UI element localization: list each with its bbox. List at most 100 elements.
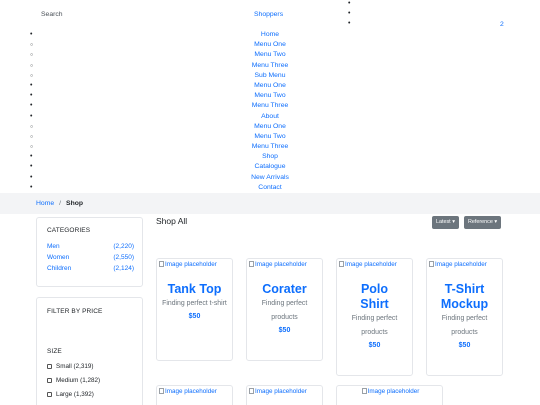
size-checkbox[interactable]	[47, 364, 52, 369]
product-price: $50	[188, 313, 201, 320]
product-title[interactable]: T-Shirt Mockup	[429, 282, 501, 312]
brand-logo[interactable]: Shoppers	[254, 11, 283, 18]
sort-latest-dropdown[interactable]: Latest ▾	[432, 216, 459, 229]
size-option-medium[interactable]: Medium (1,282)	[47, 377, 100, 384]
nav-subitem[interactable]: Menu Two	[0, 91, 540, 101]
product-price: $50	[458, 342, 471, 349]
nav-link[interactable]: Home	[261, 31, 279, 38]
broken-image-icon	[249, 388, 254, 394]
product-description: Finding perfect products	[261, 300, 308, 321]
nav-item-catalogue[interactable]: Catalogue	[0, 162, 540, 172]
nav-subitem[interactable]: Sub Menu	[0, 71, 540, 81]
product-image[interactable]: Image placeholder	[157, 261, 232, 268]
size-option-large[interactable]: Large (1,392)	[47, 391, 94, 398]
product-description: Finding perfect t-shirt	[162, 300, 227, 307]
broken-image-icon	[159, 261, 164, 267]
category-count: (2,220)	[113, 243, 134, 250]
product-image[interactable]: Image placeholder	[337, 388, 442, 395]
nav-link[interactable]: Catalogue	[255, 163, 286, 170]
product-price: $50	[278, 327, 291, 334]
sort-reference-dropdown[interactable]: Reference ▾	[464, 216, 502, 229]
product-title[interactable]: Polo Shirt	[350, 282, 400, 312]
breadcrumb-current: Shop	[66, 200, 84, 207]
nav-link[interactable]: Menu Two	[254, 92, 285, 99]
nav-link[interactable]: Menu Three	[252, 143, 289, 150]
product-image[interactable]: Image placeholder	[337, 261, 412, 268]
categories-heading: CATEGORIES	[47, 227, 91, 234]
nav-link[interactable]: About	[261, 113, 279, 120]
product-image[interactable]: Image placeholder	[247, 261, 322, 268]
product-image[interactable]: Image placeholder	[247, 388, 322, 395]
broken-image-icon	[159, 388, 164, 394]
product-image[interactable]: Image placeholder	[427, 261, 502, 268]
nav-link[interactable]: Menu Three	[252, 62, 289, 69]
size-label: Medium (1,282)	[56, 377, 101, 384]
nav-link[interactable]: Menu One	[254, 123, 286, 130]
dropdown-label: Latest	[436, 219, 451, 225]
size-option-small[interactable]: Small (2,319)	[47, 363, 93, 370]
filter-card: FILTER BY PRICE SIZE Small (2,319) Mediu…	[36, 297, 143, 405]
search-input[interactable]: Search	[41, 11, 63, 18]
categories-card: CATEGORIES Men (2,220) Women (2,550) Chi…	[36, 217, 143, 287]
product-title[interactable]: Tank Top	[157, 282, 232, 297]
breadcrumb-bar: Home / Shop	[0, 193, 540, 214]
nav-item-home[interactable]: Home	[0, 30, 540, 40]
nav-item-new-arrivals[interactable]: New Arrivals	[0, 173, 540, 183]
caret-down-icon: ▾	[494, 219, 498, 225]
size-heading: SIZE	[47, 348, 62, 355]
category-count: (2,124)	[113, 265, 134, 272]
nav-item-shop[interactable]: Shop	[0, 152, 540, 162]
cart-count-badge[interactable]: 2	[500, 21, 504, 28]
nav-subitem[interactable]: Menu One	[0, 40, 540, 50]
nav-item-about[interactable]: About	[0, 112, 540, 122]
size-checkbox[interactable]	[47, 378, 52, 383]
category-name[interactable]: Women	[47, 254, 69, 261]
size-checkbox[interactable]	[47, 392, 52, 397]
nav-subitem[interactable]: Menu Two	[0, 50, 540, 60]
product-title[interactable]: Corater	[247, 282, 322, 297]
nav-link[interactable]: Menu Three	[252, 102, 289, 109]
nav-subitem[interactable]: Menu One	[0, 81, 540, 91]
broken-image-icon	[429, 261, 434, 267]
nav-link[interactable]: Menu Two	[254, 51, 285, 58]
nav-link[interactable]: Menu Two	[254, 133, 285, 140]
category-name[interactable]: Men	[47, 243, 60, 250]
main-nav: Home Menu One Menu Two Menu Three Sub Me…	[0, 30, 540, 193]
nav-link[interactable]: Contact	[258, 184, 281, 191]
nav-subitem[interactable]: Menu Three	[0, 101, 540, 111]
product-card[interactable]: Image placeholder Tank Top Finding perfe…	[156, 258, 233, 361]
product-card[interactable]: Image placeholder	[156, 385, 233, 405]
product-image[interactable]: Image placeholder	[157, 388, 232, 395]
nav-subitem[interactable]: Menu Two	[0, 132, 540, 142]
nav-item-contact[interactable]: Contact	[0, 183, 540, 193]
nav-link[interactable]: Menu One	[254, 82, 286, 89]
category-count: (2,550)	[113, 254, 134, 261]
broken-image-icon	[249, 261, 254, 267]
product-card[interactable]: Image placeholder	[336, 385, 443, 405]
size-label: Large (1,392)	[56, 391, 94, 398]
category-item-men[interactable]: Men (2,220)	[47, 243, 134, 250]
product-card[interactable]: Image placeholder Polo Shirt Finding per…	[336, 258, 413, 376]
product-card[interactable]: Image placeholder T-Shirt Mockup Finding…	[426, 258, 503, 376]
size-label: Small (2,319)	[56, 363, 94, 370]
nav-link[interactable]: New Arrivals	[251, 174, 289, 181]
nav-subitem[interactable]: Menu Three	[0, 61, 540, 71]
breadcrumb-separator: /	[59, 200, 62, 207]
breadcrumb: Home / Shop	[36, 200, 83, 207]
product-description: Finding perfect products	[441, 315, 488, 336]
broken-image-icon	[361, 388, 367, 394]
category-item-children[interactable]: Children (2,124)	[47, 265, 134, 272]
breadcrumb-home-link[interactable]: Home	[36, 200, 54, 207]
product-price: $50	[368, 342, 381, 349]
product-description: Finding perfect products	[351, 315, 398, 336]
nav-link[interactable]: Sub Menu	[255, 72, 286, 79]
product-card[interactable]: Image placeholder Corater Finding perfec…	[246, 258, 323, 361]
category-name[interactable]: Children	[47, 265, 71, 272]
nav-link[interactable]: Menu One	[254, 41, 286, 48]
product-card[interactable]: Image placeholder	[246, 385, 323, 405]
nav-subitem[interactable]: Menu Three	[0, 142, 540, 152]
nav-subitem[interactable]: Menu One	[0, 122, 540, 132]
nav-link[interactable]: Shop	[262, 153, 278, 160]
page-title: Shop All	[156, 216, 188, 226]
category-item-women[interactable]: Women (2,550)	[47, 254, 134, 261]
